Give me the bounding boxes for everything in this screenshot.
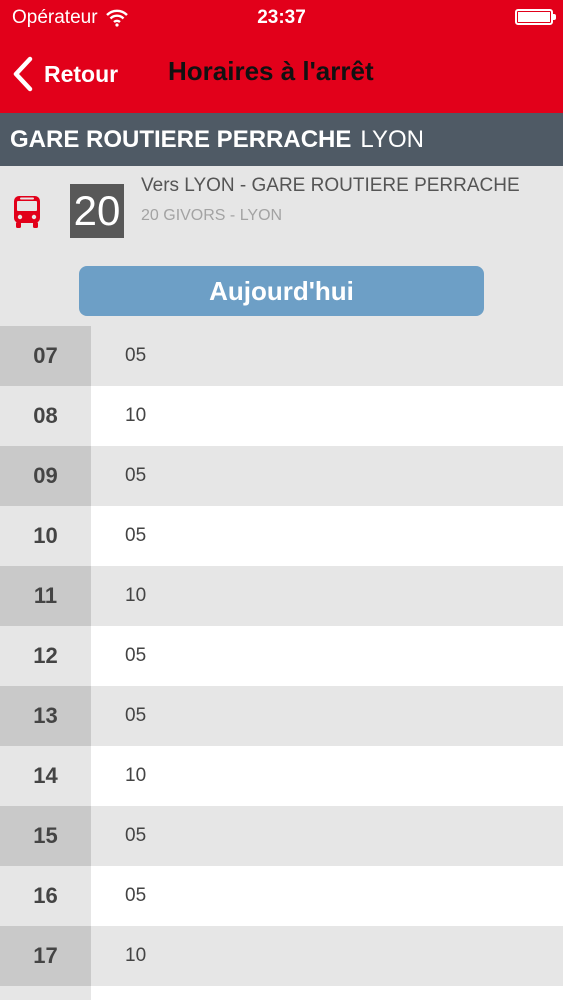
schedule-hour: 12: [0, 626, 91, 686]
schedule-row: 12 05: [0, 626, 563, 686]
schedule-row: 08 10: [0, 386, 563, 446]
schedule-minutes: 10: [91, 386, 563, 446]
schedule-row: 15 05: [0, 806, 563, 866]
schedule-hour: 14: [0, 746, 91, 806]
line-info: 20 Vers LYON - GARE ROUTIERE PERRACHE 20…: [0, 166, 563, 254]
line-number-badge: 20: [70, 184, 124, 238]
back-label: Retour: [44, 60, 119, 87]
schedule-minutes: 05: [91, 866, 563, 926]
schedule-minutes: 10: [91, 746, 563, 806]
schedule-hour: 07: [0, 326, 91, 386]
schedule-hour: 09: [0, 446, 91, 506]
schedule-minutes: 05: [91, 806, 563, 866]
schedule-row: [0, 986, 563, 1000]
schedule-row: 17 10: [0, 926, 563, 986]
schedule-row: 14 10: [0, 746, 563, 806]
schedule-row: 07 05: [0, 326, 563, 386]
header: Opérateur 23:37 Retour Horaires à l'arrê…: [0, 0, 563, 113]
status-bar: Opérateur 23:37: [0, 0, 563, 38]
schedule-minutes: 10: [91, 566, 563, 626]
stop-name: GARE ROUTIERE PERRACHE: [10, 125, 352, 153]
schedule-hour: 15: [0, 806, 91, 866]
schedule-table: 07 05 08 10 09 05 10 05 11 10 12 05 13 0…: [0, 326, 563, 1000]
schedule-hour: 13: [0, 686, 91, 746]
schedule-hour: [0, 986, 91, 1000]
schedule-minutes: 10: [91, 926, 563, 986]
schedule-row: 09 05: [0, 446, 563, 506]
schedule-minutes: [91, 986, 563, 1000]
stop-header: GARE ROUTIERE PERRACHE LYON: [0, 113, 563, 166]
schedule-hour: 11: [0, 566, 91, 626]
day-selector-button[interactable]: Aujourd'hui: [79, 266, 484, 316]
nav-bar: Retour Horaires à l'arrêt: [0, 38, 563, 113]
battery-icon: [515, 9, 556, 25]
schedule-hour: 10: [0, 506, 91, 566]
schedule-row: 13 05: [0, 686, 563, 746]
schedule-minutes: 05: [91, 686, 563, 746]
schedule-hour: 08: [0, 386, 91, 446]
chevron-left-icon: [13, 56, 33, 92]
stop-city: LYON: [360, 125, 424, 153]
schedule-minutes: 05: [91, 446, 563, 506]
line-route: 20 GIVORS - LYON: [141, 207, 283, 224]
schedule-minutes: 05: [91, 506, 563, 566]
schedule-minutes: 05: [91, 326, 563, 386]
back-button[interactable]: Retour: [12, 54, 118, 94]
schedule-row: 16 05: [0, 866, 563, 926]
bus-icon: [14, 196, 40, 228]
page-title: Horaires à l'arrêt: [168, 56, 374, 86]
schedule-row: 11 10: [0, 566, 563, 626]
line-direction: Vers LYON - GARE ROUTIERE PERRACHE: [141, 175, 520, 196]
schedule-hour: 16: [0, 866, 91, 926]
status-time: 23:37: [257, 7, 306, 28]
schedule-row: 10 05: [0, 506, 563, 566]
schedule-minutes: 05: [91, 626, 563, 686]
schedule-hour: 17: [0, 926, 91, 986]
